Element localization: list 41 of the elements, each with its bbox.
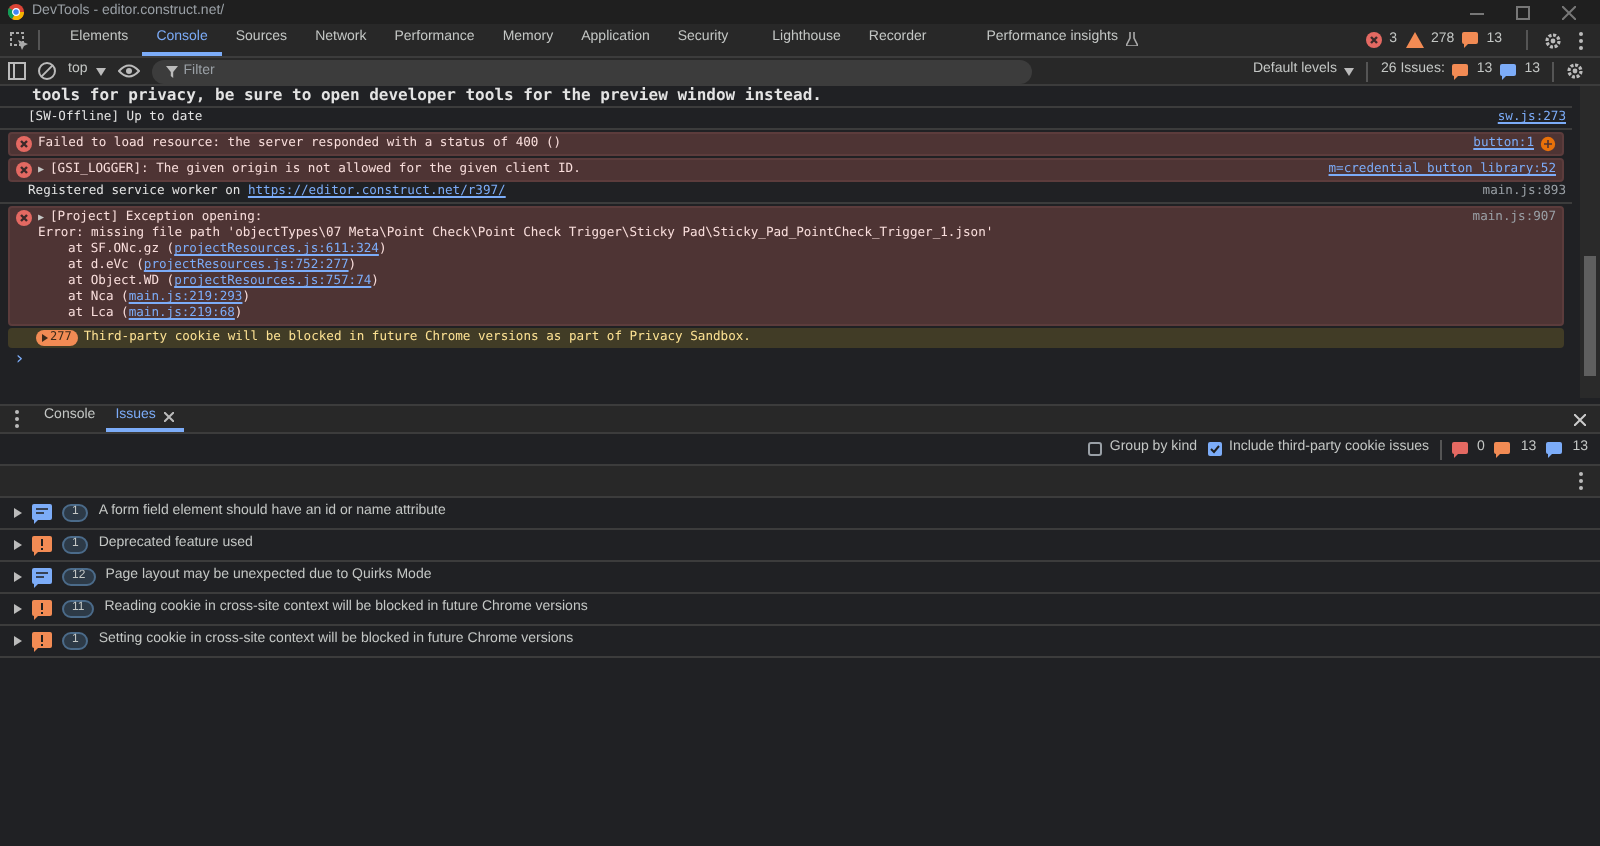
inspect-icon xyxy=(10,31,28,49)
expand-arrow-icon xyxy=(14,508,22,518)
close-icon xyxy=(1574,413,1586,425)
eye-icon xyxy=(117,64,140,78)
expand-arrow-icon xyxy=(14,636,22,646)
warning-issue-icon xyxy=(32,535,52,555)
issue-icon xyxy=(1451,441,1467,457)
issue-icon xyxy=(1500,63,1517,79)
caret-icon xyxy=(95,67,106,75)
close-icon xyxy=(1562,5,1576,19)
filter-icon xyxy=(165,65,178,77)
warning-icon xyxy=(1405,32,1424,48)
flask-icon xyxy=(1125,31,1138,45)
caret-icon xyxy=(1344,67,1355,75)
clear-console-icon xyxy=(38,62,56,80)
expand-arrow-icon xyxy=(14,572,22,582)
close-icon xyxy=(163,412,174,422)
issue-icon xyxy=(1452,63,1469,79)
issue-icon xyxy=(1494,441,1511,457)
info-issue-icon xyxy=(32,567,52,587)
more-icon xyxy=(1578,472,1584,490)
scrollbar-thumb xyxy=(1584,256,1596,376)
expand-arrow-icon xyxy=(14,604,22,614)
sidebar-icon xyxy=(8,62,26,80)
error-icon xyxy=(16,210,32,226)
error-icon xyxy=(16,162,32,178)
console-prompt[interactable]: › xyxy=(14,350,25,370)
info-issue-icon xyxy=(32,503,52,523)
console-message: tools for privacy, be sure to open developer tools for the preview window instead. xyxy=(32,86,822,104)
issue-icon xyxy=(1462,32,1479,48)
maximize-icon xyxy=(1516,5,1530,19)
warning-issue-icon xyxy=(32,631,52,651)
error-icon xyxy=(1365,32,1382,48)
browser-logo-icon xyxy=(8,4,24,20)
error-icon xyxy=(16,136,32,152)
more-icon xyxy=(14,410,20,428)
expand-arrow-icon xyxy=(14,540,22,550)
issue-icon xyxy=(1546,441,1563,457)
warning-issue-icon xyxy=(32,599,52,619)
more-icon xyxy=(1578,31,1584,49)
play-icon xyxy=(42,334,48,342)
